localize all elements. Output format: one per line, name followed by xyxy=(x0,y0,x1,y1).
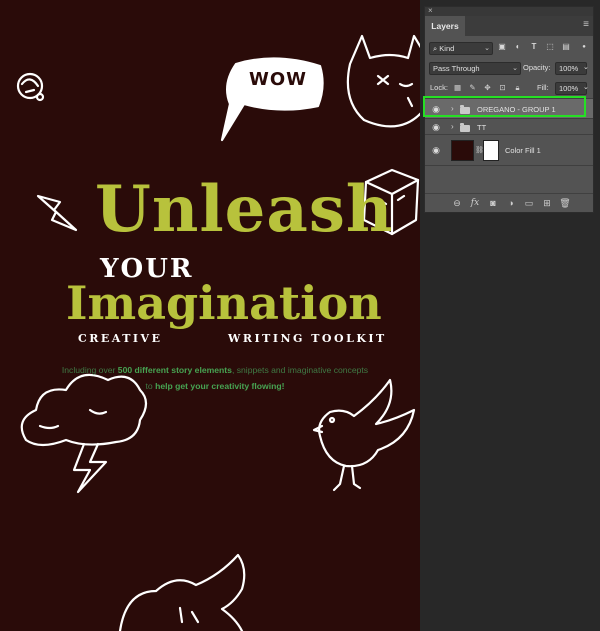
panel-menu-icon[interactable]: ≡ xyxy=(583,20,589,30)
adjustment-filter-icon[interactable]: ◐ xyxy=(513,42,523,52)
layer-row-tt[interactable]: ◉ › TT xyxy=(425,118,593,135)
layer-mask-thumbnail[interactable] xyxy=(483,140,499,161)
desc-bold2: help get your creativity flowing! xyxy=(155,381,285,391)
visibility-eye-icon[interactable]: ◉ xyxy=(430,145,442,156)
title-imagination: Imagination xyxy=(66,276,382,330)
link-layers-icon[interactable]: ⊖ xyxy=(451,197,463,209)
lightning-doodle-icon xyxy=(36,194,78,232)
blend-mode-select[interactable]: Pass Through ⌄ xyxy=(429,62,521,75)
opacity-value: 100% xyxy=(559,64,579,73)
filter-row: ⌕ Kind ⌄ ▣ ◐ T ⬚ ▤ ● xyxy=(425,42,593,55)
layer-row-color-fill[interactable]: ◉ ⛓︎ Color Fill 1 xyxy=(425,134,593,166)
type-filter-icon[interactable]: T xyxy=(529,42,539,52)
desc-bold1: 500 different story elements xyxy=(117,365,232,375)
filter-toggle-icon[interactable]: ● xyxy=(579,42,589,52)
expand-arrow-icon[interactable]: › xyxy=(451,122,454,131)
smart-object-filter-icon[interactable]: ▤ xyxy=(561,42,571,52)
chevron-down-icon: ⌄ xyxy=(512,65,518,72)
wow-bubble-text: WOW xyxy=(248,69,307,90)
cat-bottom-doodle-icon xyxy=(118,553,246,631)
fill-value: 100% xyxy=(559,84,579,93)
panel-topbar: × xyxy=(425,6,593,16)
folder-icon xyxy=(460,123,470,132)
lock-transparent-icon[interactable]: ▦ xyxy=(453,82,462,93)
desc-part1: Including over xyxy=(61,365,118,375)
document-canvas[interactable]: WOW Unleash YOUR Imagination CREATIVE WR… xyxy=(0,0,420,631)
filter-kind-label: Kind xyxy=(439,44,455,53)
face-doodle-icon xyxy=(16,72,45,102)
new-layer-icon[interactable]: ⊞ xyxy=(541,197,553,209)
description-text: Including over 500 different story eleme… xyxy=(60,362,370,394)
subtitle-creative: CREATIVE xyxy=(78,332,163,345)
new-group-icon[interactable]: ▭ xyxy=(523,197,535,209)
fill-label: Fill: xyxy=(537,83,549,92)
lock-image-icon[interactable]: ✎ xyxy=(468,82,477,93)
fx-icon[interactable]: fx xyxy=(469,197,481,209)
layer-name: Color Fill 1 xyxy=(505,146,541,155)
lock-label: Lock: xyxy=(430,83,448,92)
lock-all-icon[interactable]: 🔒︎ xyxy=(513,82,522,93)
trash-icon[interactable]: 🗑︎ xyxy=(559,197,571,209)
cat-head-doodle-icon xyxy=(346,34,420,128)
title-unleash: Unleash xyxy=(95,172,394,247)
panel-tabbar: Layers ≡ xyxy=(425,16,593,36)
chevron-down-icon: ⌄ xyxy=(484,45,490,52)
visibility-eye-icon[interactable]: ◉ xyxy=(430,122,442,133)
close-icon[interactable]: × xyxy=(428,6,433,16)
subtitle-writing-toolkit: WRITING TOOLKIT xyxy=(228,332,387,345)
chevron-down-icon[interactable]: ⌄ xyxy=(583,82,589,93)
filter-kind-select[interactable]: ⌕ Kind ⌄ xyxy=(429,42,493,55)
chevron-down-icon[interactable]: ⌄ xyxy=(583,62,589,73)
selection-highlight-box xyxy=(423,96,586,117)
shape-filter-icon[interactable]: ⬚ xyxy=(545,42,555,52)
lightning-bolt-doodle-icon xyxy=(72,442,108,494)
pixel-filter-icon[interactable]: ▣ xyxy=(497,42,507,52)
lock-row: Lock: ▦ ✎ ✥ ⊡ 🔒︎ Fill: 100% ⌄ xyxy=(425,82,593,95)
add-mask-icon[interactable]: ◙ xyxy=(487,197,499,209)
color-fill-thumbnail xyxy=(451,140,474,161)
blend-row: Pass Through ⌄ Opacity: 100% ⌄ xyxy=(425,62,593,75)
lock-position-icon[interactable]: ✥ xyxy=(483,82,492,93)
layer-name: TT xyxy=(477,123,487,132)
tab-layers[interactable]: Layers xyxy=(425,16,465,36)
panel-bottom-toolbar: ⊖ fx ◙ ◑ ▭ ⊞ 🗑︎ xyxy=(425,193,593,212)
adjustment-layer-icon[interactable]: ◑ xyxy=(505,197,517,209)
opacity-label: Opacity: xyxy=(523,63,551,72)
lock-artboard-icon[interactable]: ⊡ xyxy=(498,82,507,93)
bird-doodle-icon xyxy=(312,378,416,492)
blend-mode-value: Pass Through xyxy=(433,64,480,73)
